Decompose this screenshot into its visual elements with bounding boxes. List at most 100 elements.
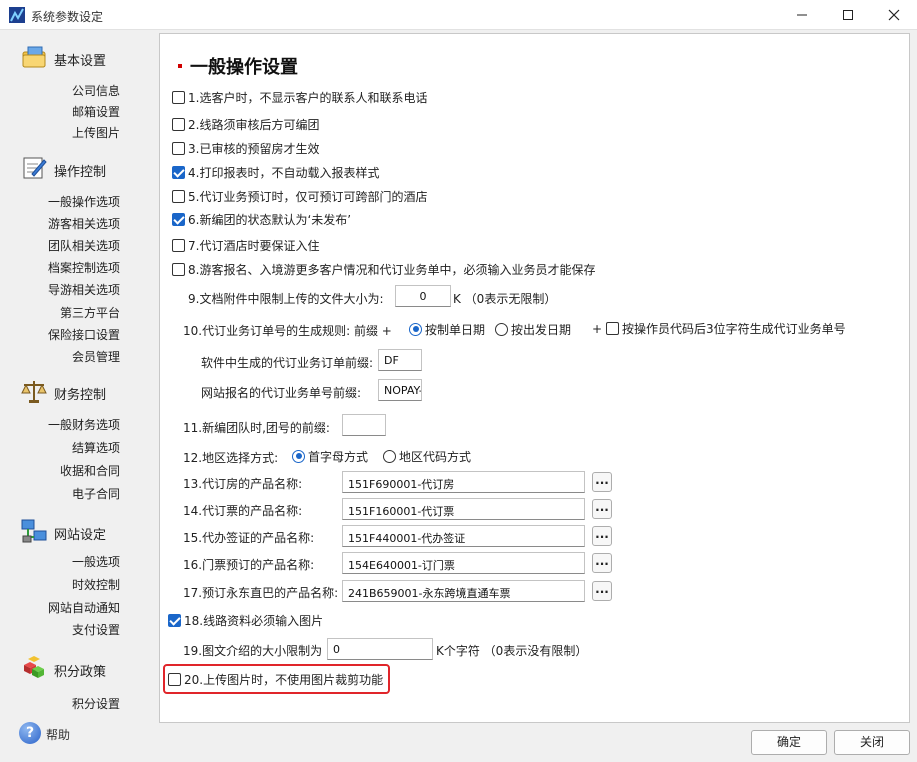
minimize-button[interactable] — [779, 0, 825, 30]
product-15-input[interactable]: 151F440001-代办签证 — [342, 525, 585, 547]
close-icon — [888, 9, 900, 21]
sidebar-item-archive-options[interactable]: 档案控制选项 — [48, 259, 120, 276]
browse-button[interactable]: ... — [592, 553, 612, 573]
sidebar-category-operation[interactable]: 操作控制 — [0, 153, 158, 185]
checkbox[interactable] — [606, 321, 619, 335]
radio-button[interactable] — [495, 322, 508, 336]
sidebar-category-website[interactable]: 网站设定 — [0, 516, 158, 548]
software-prefix-input[interactable]: DF — [378, 349, 422, 371]
sidebar-item-upload-image[interactable]: 上传图片 — [72, 124, 120, 141]
page-title-text: 一般操作设置 — [190, 57, 298, 78]
sidebar-item-email-settings[interactable]: 邮箱设置 — [72, 103, 120, 120]
option-label: 18.线路资料必须输入图片 — [184, 613, 324, 628]
sidebar-category-label: 基本设置 — [54, 54, 107, 69]
browse-button[interactable]: ... — [592, 472, 612, 492]
option-4[interactable]: 4.打印报表时，不自动载入报表样式 — [172, 162, 379, 182]
option-label: 8.游客报名、入境游更多客户情况和代订业务单中，必须输入业务员才能保存 — [188, 262, 596, 277]
radio-button[interactable] — [409, 322, 422, 336]
option-8[interactable]: 8.游客报名、入境游更多客户情况和代订业务单中，必须输入业务员才能保存 — [172, 259, 595, 279]
sidebar-item-guide-options[interactable]: 导游相关选项 — [48, 281, 120, 298]
radio-button[interactable] — [292, 449, 305, 463]
option-7[interactable]: 7.代订酒店时要保证入住 — [172, 235, 319, 255]
sidebar-item-general-web[interactable]: 一般选项 — [72, 553, 120, 570]
web-prefix-input[interactable]: NOPAY- — [378, 379, 422, 401]
radio-by-create-date[interactable]: 按制单日期 — [409, 319, 485, 339]
title-bullet — [178, 64, 182, 68]
sidebar-category-points[interactable]: 积分政策 — [0, 653, 158, 685]
product-13-input[interactable]: 151F690001-代订房 — [342, 471, 585, 493]
sidebar-category-label: 网站设定 — [54, 528, 107, 543]
checkbox[interactable] — [172, 212, 185, 226]
sidebar-item-time-control[interactable]: 时效控制 — [72, 576, 120, 593]
text-size-limit-input[interactable]: 0 — [327, 638, 433, 660]
checkbox[interactable] — [172, 165, 185, 179]
sidebar-item-insurance-api[interactable]: 保险接口设置 — [48, 326, 120, 343]
product-17-label: 17.预订永东直巴的产品名称: — [183, 586, 339, 600]
radio-by-departure-date[interactable]: 按出发日期 — [495, 319, 571, 339]
browse-button[interactable]: ... — [592, 581, 612, 601]
checkbox[interactable] — [172, 238, 185, 252]
minimize-icon — [797, 14, 807, 16]
sidebar-item-member-management[interactable]: 会员管理 — [72, 348, 120, 365]
sidebar-item-payment-settings[interactable]: 支付设置 — [72, 621, 120, 638]
radio-initial-letter[interactable]: 首字母方式 — [292, 446, 368, 466]
option-2[interactable]: 2.线路须审核后方可编团 — [172, 114, 319, 134]
option-20[interactable]: 20.上传图片时，不使用图片裁剪功能 — [168, 669, 383, 689]
option-18[interactable]: 18.线路资料必须输入图片 — [168, 610, 323, 630]
browse-button[interactable]: ... — [592, 526, 612, 546]
sidebar-item-tourist-options[interactable]: 游客相关选项 — [48, 215, 120, 232]
checkbox[interactable] — [172, 262, 185, 276]
ok-button[interactable]: 确定 — [751, 730, 827, 755]
page-title: 一般操作设置 — [178, 53, 298, 79]
file-size-limit-input[interactable]: 0 — [395, 285, 451, 307]
option-1[interactable]: 1.选客户时，不显示客户的联系人和联系电话 — [172, 87, 427, 107]
checkbox[interactable] — [168, 613, 181, 627]
sidebar-item-e-contract[interactable]: 电子合同 — [72, 485, 120, 502]
sidebar-item-third-party[interactable]: 第三方平台 — [60, 304, 120, 321]
maximize-button[interactable] — [825, 0, 871, 30]
browse-button[interactable]: ... — [592, 499, 612, 519]
option-operator-code[interactable]: 按操作员代码后3位字符生成代订业务单号 — [606, 318, 846, 338]
close-window-button[interactable] — [871, 0, 917, 30]
sidebar-category-finance[interactable]: 财务控制 — [0, 376, 158, 408]
product-14-input[interactable]: 151F160001-代订票 — [342, 498, 585, 520]
option-11-label: 11.新编团队时,团号的前缀: — [183, 421, 330, 435]
option-6[interactable]: 6.新编团的状态默认为‘未发布’ — [172, 209, 351, 229]
option-12-label: 12.地区选择方式: — [183, 451, 279, 465]
checkbox[interactable] — [172, 117, 185, 131]
checkbox[interactable] — [172, 141, 185, 155]
checkbox[interactable] — [172, 90, 185, 104]
product-16-input[interactable]: 154E640001-订门票 — [342, 552, 585, 574]
settings-panel: 一般操作设置 1.选客户时，不显示客户的联系人和联系电话 2.线路须审核后方可编… — [159, 33, 910, 723]
checkbox[interactable] — [168, 672, 181, 686]
software-prefix-label: 软件中生成的代订业务订单前缀: — [201, 356, 374, 370]
close-button[interactable]: 关闭 — [834, 730, 910, 755]
option-5[interactable]: 5.代订业务预订时，仅可预订可跨部门的酒店 — [172, 186, 427, 206]
option-9-suffix: K （0表示无限制） — [453, 292, 557, 306]
checkbox[interactable] — [172, 189, 185, 203]
option-label: 按操作员代码后3位字符生成代订业务单号 — [622, 321, 846, 336]
sidebar-item-web-auto-notify[interactable]: 网站自动通知 — [48, 599, 120, 616]
radio-label: 按制单日期 — [425, 322, 486, 337]
option-9-label: 9.文档附件中限制上传的文件大小为: — [188, 292, 384, 306]
sidebar-item-general-operation[interactable]: 一般操作选项 — [48, 193, 120, 210]
sidebar-item-general-finance[interactable]: 一般财务选项 — [48, 416, 120, 433]
title-bar: 系统参数设定 — [0, 0, 917, 30]
product-17-input[interactable]: 241B659001-永东跨境直通车票 — [342, 580, 585, 602]
sidebar-item-receipt-contract[interactable]: 收据和合同 — [60, 462, 120, 479]
web-prefix-label: 网站报名的代订业务单号前缀: — [201, 386, 362, 400]
sidebar-item-company-info[interactable]: 公司信息 — [72, 82, 120, 99]
option-label: 2.线路须审核后方可编团 — [188, 117, 320, 132]
team-prefix-input[interactable] — [342, 414, 386, 436]
option-label: 3.已审核的预留房才生效 — [188, 141, 320, 156]
option-3[interactable]: 3.已审核的预留房才生效 — [172, 138, 319, 158]
sidebar-item-points-settings[interactable]: 积分设置 — [72, 695, 120, 712]
network-computers-icon — [21, 519, 47, 543]
sidebar-category-basic[interactable]: 基本设置 — [0, 42, 158, 74]
folder-icon — [22, 46, 46, 68]
sidebar-item-team-options[interactable]: 团队相关选项 — [48, 237, 120, 254]
sidebar-item-settlement[interactable]: 结算选项 — [72, 439, 120, 456]
radio-region-code[interactable]: 地区代码方式 — [383, 446, 471, 466]
radio-button[interactable] — [383, 449, 396, 463]
help-label: 帮助 — [46, 728, 71, 742]
